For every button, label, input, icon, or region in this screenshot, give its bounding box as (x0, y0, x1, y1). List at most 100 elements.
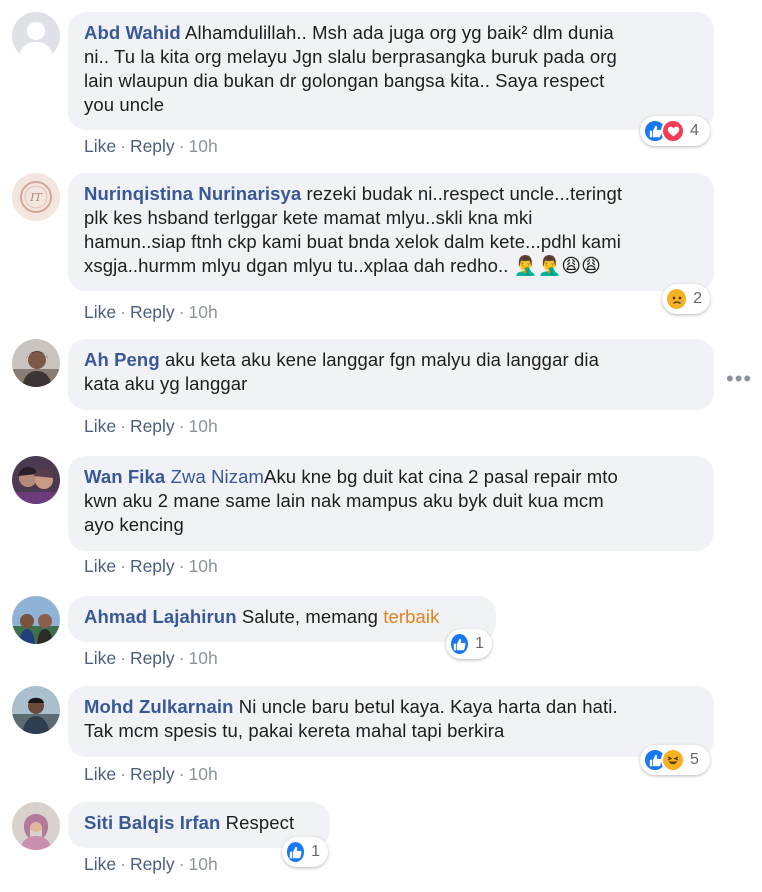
comment-bubble: Abd Wahid Alhamdulillah.. Msh ada juga o… (68, 12, 714, 130)
separator-dot: · (178, 302, 185, 322)
timestamp[interactable]: 10h (189, 416, 218, 436)
haha-icon (661, 748, 685, 772)
comment-actions: Like · Reply · 10h (84, 416, 218, 436)
comment-text-line: plk kes hsband terlggar kete mamat mlyu.… (84, 207, 533, 228)
comment-actions: Like · Reply · 10h (84, 764, 218, 784)
like-icon (285, 840, 307, 864)
separator-dot: · (120, 556, 126, 576)
like-button[interactable]: Like (84, 556, 116, 576)
comment-bubble: Ah Peng aku keta aku kene langgar fgn ma… (68, 339, 714, 410)
comment-author[interactable]: Nurinqistina Nurinarisya (84, 183, 301, 204)
timestamp[interactable]: 10h (189, 764, 218, 784)
comment-text-line: Tak mcm spesis tu, pakai kereta mahal ta… (84, 720, 505, 741)
comment-bubble: Wan Fika Zwa NizamAku kne bg duit kat ci… (68, 456, 714, 551)
comment-author[interactable]: Mohd Zulkarnain (84, 696, 234, 717)
author-second-name: Zwa Nizam (170, 466, 264, 487)
comment-author[interactable]: Ah Peng (84, 349, 160, 370)
timestamp[interactable]: 10h (189, 854, 218, 874)
separator-dot: · (120, 416, 126, 436)
comment-author[interactable]: Abd Wahid (84, 22, 181, 43)
separator-dot: · (178, 556, 185, 576)
comment-actions: Like · Reply · 10h (84, 302, 218, 322)
comment-text-line: you uncle (84, 94, 165, 115)
reply-button[interactable]: Reply (130, 136, 175, 156)
timestamp[interactable]: 10h (189, 556, 218, 576)
comment-author[interactable]: Siti Balqis Irfan (84, 812, 220, 833)
avatar[interactable]: IT (12, 173, 60, 221)
separator-dot: · (178, 764, 185, 784)
like-button[interactable]: Like (84, 416, 116, 436)
avatar[interactable] (12, 686, 60, 734)
svg-text:IT: IT (29, 191, 43, 204)
comment-actions: Like · Reply · 10h (84, 648, 218, 668)
comment-actions: Like · Reply · 10h (84, 556, 218, 576)
avatar[interactable] (12, 596, 60, 644)
like-icon (449, 632, 471, 656)
comment-text-line: ayo kencing (84, 514, 184, 535)
comment-text-line: kwn aku 2 mane same lain nak mampus aku … (84, 490, 604, 511)
separator-dot: · (178, 136, 185, 156)
separator-dot: · (120, 854, 126, 874)
reaction-count: 4 (690, 122, 699, 139)
separator-dot: · (120, 648, 126, 668)
separator-dot: · (178, 416, 185, 436)
reaction-count: 1 (311, 843, 320, 860)
love-icon (661, 119, 685, 143)
reaction-summary[interactable]: 4 (640, 116, 710, 146)
reply-button[interactable]: Reply (130, 854, 175, 874)
comment-text-line: Alhamdulillah.. Msh ada juga org yg baik… (185, 22, 614, 43)
comment-text-line: xsgja..hurmm mlyu dgan mlyu tu..xplaa da… (84, 255, 509, 276)
comment-bubble: Mohd Zulkarnain Ni uncle baru betul kaya… (68, 686, 714, 757)
author-first-name: Wan Fika (84, 466, 166, 487)
timestamp[interactable]: 10h (189, 302, 218, 322)
more-options-icon[interactable]: ••• (726, 368, 752, 390)
like-button[interactable]: Like (84, 648, 116, 668)
comment-actions: Like · Reply · 10h (84, 136, 218, 156)
reply-button[interactable]: Reply (130, 764, 175, 784)
sad-icon (665, 287, 689, 311)
avatar[interactable] (12, 12, 60, 60)
comment-text: Respect (225, 812, 295, 833)
emoji-sequence: 🤦‍♂️🤦‍♂️😩😩 (513, 256, 602, 277)
like-button[interactable]: Like (84, 136, 116, 156)
separator-dot: · (178, 854, 185, 874)
timestamp[interactable]: 10h (189, 136, 218, 156)
reaction-count: 5 (690, 751, 699, 768)
separator-dot: · (120, 136, 126, 156)
timestamp[interactable]: 10h (189, 648, 218, 668)
reply-button[interactable]: Reply (130, 416, 175, 436)
comment-actions: Like · Reply · 10h (84, 854, 218, 874)
comment-author[interactable]: Ahmad Lajahirun (84, 606, 237, 627)
reaction-count: 1 (475, 635, 484, 652)
like-button[interactable]: Like (84, 764, 116, 784)
reply-button[interactable]: Reply (130, 648, 175, 668)
comment-text-line: aku keta aku kene langgar fgn malyu dia … (164, 349, 599, 370)
like-button[interactable]: Like (84, 302, 116, 322)
comment-text-line: lain wlaupun dia bukan dr golongan bangs… (84, 70, 605, 91)
avatar[interactable] (12, 456, 60, 504)
separator-dot: · (120, 302, 126, 322)
comment-text-line: hamun..siap ftnh ckp kami buat bnda xelo… (84, 231, 621, 252)
highlight-text: terbaik (383, 606, 440, 627)
reply-button[interactable]: Reply (130, 302, 175, 322)
comment-text-line: ni.. Tu la kita org melayu Jgn slalu ber… (84, 46, 617, 67)
reaction-summary[interactable]: 2 (662, 284, 710, 314)
comment-bubble: Ahmad Lajahirun Salute, memang terbaik (68, 596, 496, 642)
reaction-summary[interactable]: 5 (640, 745, 710, 775)
reply-button[interactable]: Reply (130, 556, 175, 576)
reaction-summary[interactable]: 1 (446, 629, 492, 659)
comment-bubble: Nurinqistina Nurinarisya rezeki budak ni… (68, 173, 714, 291)
comment-text: Salute, memang (241, 606, 378, 627)
comment-text-line: kata aku yg langgar (84, 373, 248, 394)
separator-dot: · (120, 764, 126, 784)
avatar[interactable] (12, 339, 60, 387)
separator-dot: · (178, 648, 185, 668)
comment-text-line: Ni uncle baru betul kaya. Kaya harta dan… (238, 696, 618, 717)
comment-author[interactable]: Wan Fika Zwa Nizam (84, 466, 264, 487)
reaction-count: 2 (693, 290, 702, 307)
avatar[interactable] (12, 802, 60, 850)
comment-text-line: Aku kne bg duit kat cina 2 pasal repair … (264, 466, 618, 487)
like-button[interactable]: Like (84, 854, 116, 874)
comment-text-line: rezeki budak ni..respect uncle...teringt (306, 183, 623, 204)
reaction-summary[interactable]: 1 (282, 837, 328, 867)
